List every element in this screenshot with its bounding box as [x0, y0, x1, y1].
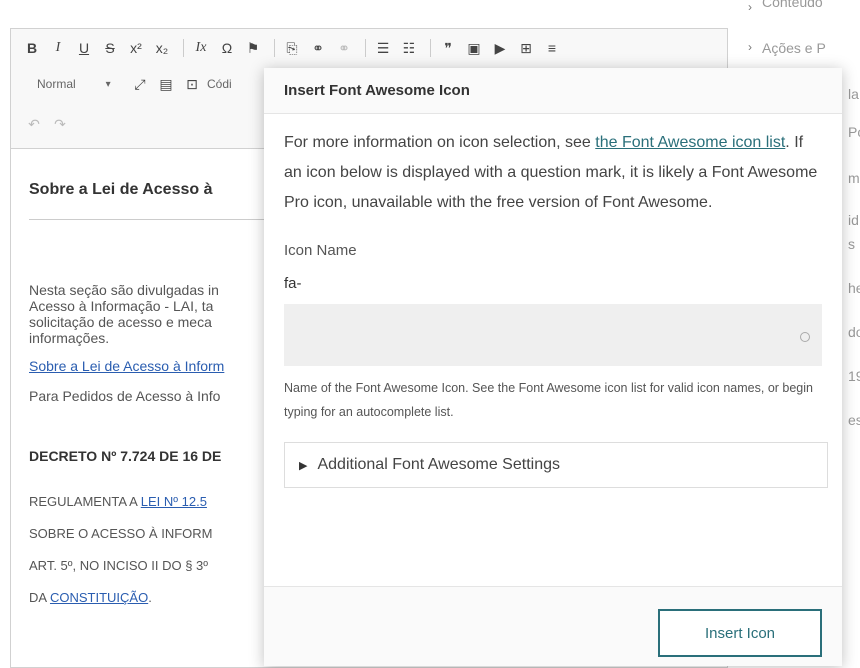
sidebar-fragment: s	[848, 236, 855, 252]
loading-icon	[800, 332, 810, 342]
additional-settings-label: Additional Font Awesome Settings	[317, 456, 560, 473]
decree-line-2: SOBRE O ACESSO À INFORM	[29, 526, 213, 541]
autocomplete-results[interactable]	[284, 304, 822, 366]
font-awesome-list-link[interactable]: the Font Awesome icon list	[595, 134, 785, 151]
toolbar-separator	[274, 39, 275, 57]
toolbar-row-history: ↶ ↷	[23, 113, 75, 135]
triangle-right-icon: ▶	[299, 459, 308, 472]
sidebar-fragment: id	[848, 212, 859, 228]
superscript-button[interactable]: x²	[125, 37, 147, 59]
media-icon[interactable]: ▶	[489, 37, 511, 59]
numbered-list-icon[interactable]: ☷	[398, 37, 420, 59]
paste-icon[interactable]: ⎘	[281, 37, 303, 59]
sidebar-fragment: m	[848, 170, 860, 186]
additional-settings-toggle[interactable]: ▶ Additional Font Awesome Settings	[284, 442, 828, 488]
link-icon[interactable]: ⚭	[307, 37, 329, 59]
format-dropdown-value: Normal	[37, 77, 76, 91]
horizontal-rule-icon[interactable]: ≡	[541, 37, 563, 59]
sidebar-item-conteudo[interactable]: Conteúdo	[762, 0, 823, 10]
insert-icon-dialog: Insert Font Awesome Icon For more inform…	[264, 68, 842, 666]
undo-icon[interactable]: ↶	[23, 113, 45, 135]
table-icon[interactable]: ⊞	[515, 37, 537, 59]
constitution-link[interactable]: CONSTITUIÇÃO	[50, 590, 148, 605]
icon-name-input[interactable]: fa-	[284, 275, 822, 292]
sidebar-fragment: la	[848, 86, 859, 102]
sidebar-fragment: es	[848, 412, 860, 428]
unlink-icon[interactable]: ⚭	[333, 37, 355, 59]
bold-button[interactable]: B	[21, 37, 43, 59]
icon-name-help: Name of the Font Awesome Icon. See the F…	[284, 381, 813, 419]
decree-line-4: DA	[29, 590, 50, 605]
show-blocks-icon[interactable]: ▤	[155, 73, 177, 95]
sidebar-fragment: he	[848, 280, 860, 296]
italic-button[interactable]: I	[47, 37, 69, 59]
dialog-body: For more information on icon selection, …	[264, 114, 842, 488]
lai-link[interactable]: Sobre a Lei de Acesso à Inform	[29, 358, 224, 374]
decree-line-3: ART. 5º, NO INCISO II DO § 3º	[29, 558, 209, 573]
subscript-button[interactable]: x₂	[151, 37, 173, 59]
dialog-header: Insert Font Awesome Icon	[264, 68, 842, 114]
underline-button[interactable]: U	[73, 37, 95, 59]
redo-icon[interactable]: ↷	[49, 113, 71, 135]
sidebar-fragment: Po	[848, 124, 860, 140]
chevron-down-icon: ▾	[105, 78, 111, 90]
remove-format-button[interactable]: Ix	[190, 37, 212, 59]
bulleted-list-icon[interactable]: ☰	[372, 37, 394, 59]
source-icon[interactable]: ⊡	[181, 73, 203, 95]
chevron-right-icon: ›	[748, 40, 752, 54]
decree-line-4-end: .	[148, 590, 152, 605]
sidebar-item-acoes[interactable]: Ações e P	[762, 40, 826, 56]
toolbar-row-format: Normal ▾ ⤢ ▤ ⊡ Códi	[21, 73, 232, 95]
flag-icon[interactable]: ⚑	[242, 37, 264, 59]
maximize-icon[interactable]: ⤢	[129, 73, 151, 95]
blockquote-icon[interactable]: ❞	[437, 37, 459, 59]
insert-icon-button[interactable]: Insert Icon	[658, 609, 822, 657]
toolbar-separator	[365, 39, 366, 57]
info-text-start: For more information on icon selection, …	[284, 134, 596, 151]
image-icon[interactable]: ▣	[463, 37, 485, 59]
toolbar-row-formatting: B I U S x² x₂ Ix Ω ⚑ ⎘ ⚭ ⚭ ☰ ☷ ❞ ▣ ▶ ⊞ ≡	[21, 37, 567, 59]
source-button-label[interactable]: Códi	[207, 77, 232, 91]
icon-name-label: Icon Name	[284, 242, 357, 259]
info-text: For more information on icon selection, …	[284, 128, 824, 218]
sidebar-fragment: do	[848, 324, 860, 340]
decree-line-1: REGULAMENTA A	[29, 494, 141, 509]
dialog-footer: Insert Icon	[264, 586, 842, 666]
format-dropdown[interactable]: Normal ▾	[11, 73, 129, 95]
toolbar-separator	[430, 39, 431, 57]
chevron-right-icon: ›	[748, 0, 752, 14]
law-link[interactable]: LEI Nº 12.5	[141, 494, 207, 509]
toolbar-separator	[183, 39, 184, 57]
strikethrough-button[interactable]: S	[99, 37, 121, 59]
special-char-button[interactable]: Ω	[216, 37, 238, 59]
document-heading: Sobre a Lei de Acesso à	[29, 181, 279, 220]
dialog-title: Insert Font Awesome Icon	[284, 82, 470, 99]
sidebar-fragment: 19	[848, 368, 860, 384]
